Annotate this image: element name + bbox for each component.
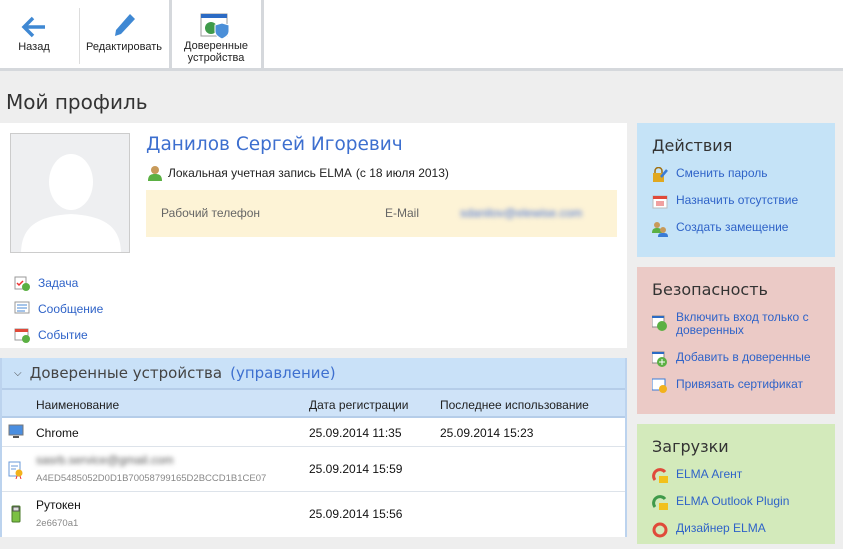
toolbar: Назад Редактировать Доверенные устройства xyxy=(0,0,843,71)
column-name[interactable]: Наименование xyxy=(36,398,119,412)
back-button[interactable]: Назад xyxy=(8,0,60,71)
certificate-icon xyxy=(651,378,668,394)
lock-edit-icon xyxy=(652,166,668,183)
message-icon xyxy=(14,301,30,317)
monitor-icon xyxy=(8,424,24,440)
event-add-icon xyxy=(14,327,30,343)
change-password-link[interactable]: Сменить пароль xyxy=(637,167,835,194)
account-since: (с 18 июля 2013) xyxy=(355,166,449,180)
chevron-down-icon[interactable]: ⌵ xyxy=(14,368,22,379)
trusted-devices-section: ⌵ Доверенные устройства (управление) Наи… xyxy=(0,358,627,537)
elma-agent-link[interactable]: ELMA Агент xyxy=(637,468,835,495)
table-row[interactable]: sasrb.service@gmail.com A4ED5485052D0D1B… xyxy=(2,447,625,492)
create-substitution-link[interactable]: Создать замещение xyxy=(637,221,835,248)
quick-actions: Задача Сообщение Событие xyxy=(14,270,103,348)
arrow-left-icon xyxy=(8,0,60,40)
table-row[interactable]: Chrome 25.09.2014 11:35 25.09.2014 15:23 xyxy=(2,418,625,447)
avatar xyxy=(10,133,130,253)
section-header[interactable]: ⌵ Доверенные устройства (управление) xyxy=(2,358,625,388)
create-event-link[interactable]: Событие xyxy=(14,322,103,348)
edit-label: Редактировать xyxy=(86,41,162,53)
profile-card: Данилов Сергей Игоревич Локальная учетна… xyxy=(0,123,627,348)
trusted-only-login-link[interactable]: Включить вход только с доверенных xyxy=(637,311,835,351)
trusted-devices-button[interactable]: Доверенные устройства xyxy=(172,0,260,71)
account-info: Локальная учетная запись ELMA (с 18 июля… xyxy=(148,165,449,181)
bind-certificate-link[interactable]: Привязать сертификат xyxy=(637,378,835,405)
trusted-add-icon xyxy=(651,351,668,367)
trusted-power-icon xyxy=(651,315,668,331)
designer-icon xyxy=(652,522,668,538)
account-type: Локальная учетная запись ELMA xyxy=(168,166,352,180)
pencil-icon xyxy=(80,0,168,40)
downloads-panel: Загрузки ELMA Агент ELMA Outlook Plugin … xyxy=(637,424,835,544)
security-panel: Безопасность Включить вход только с дове… xyxy=(637,267,835,414)
elma-outlook-plugin-link[interactable]: ELMA Outlook Plugin xyxy=(637,495,835,522)
table-row[interactable]: Рутокен 2e6670a1 25.09.2014 15:56 xyxy=(2,492,625,537)
panel-title: Действия xyxy=(652,136,733,155)
outlook-plugin-icon xyxy=(652,495,668,511)
panel-title: Безопасность xyxy=(652,280,768,299)
actions-panel: Действия Сменить пароль Назначить отсутс… xyxy=(637,123,835,257)
trusted-devices-label: Доверенные устройства xyxy=(184,40,248,64)
set-absence-link[interactable]: Назначить отсутствие xyxy=(637,194,835,221)
certificate-icon xyxy=(8,461,24,480)
email-link[interactable]: sdanilov@elewise.com xyxy=(460,206,582,220)
task-add-icon xyxy=(14,275,30,291)
create-message-link[interactable]: Сообщение xyxy=(14,296,103,322)
panel-title: Загрузки xyxy=(652,437,729,456)
column-last-used[interactable]: Последнее использование xyxy=(440,398,589,412)
email-label: E-Mail xyxy=(385,206,420,220)
divider xyxy=(261,0,264,71)
section-title: Доверенные устройства xyxy=(29,364,223,382)
user-name: Данилов Сергей Игоревич xyxy=(146,134,403,155)
create-task-link[interactable]: Задача xyxy=(14,270,103,296)
calendar-icon xyxy=(652,194,668,210)
usb-token-icon xyxy=(10,505,26,523)
trusted-devices-icon xyxy=(172,0,260,40)
contact-box: Рабочий телефон E-Mail sdanilov@elewise.… xyxy=(146,190,617,237)
table-header: Наименование Дата регистрации Последнее … xyxy=(2,388,625,418)
elma-agent-icon xyxy=(652,468,668,484)
add-to-trusted-link[interactable]: Добавить в доверенные xyxy=(637,351,835,378)
edit-button[interactable]: Редактировать xyxy=(80,0,168,71)
users-swap-icon xyxy=(652,221,668,237)
manage-link[interactable]: (управление) xyxy=(230,364,336,382)
column-registered[interactable]: Дата регистрации xyxy=(309,398,408,412)
work-phone-label: Рабочий телефон xyxy=(161,206,261,220)
back-label: Назад xyxy=(18,41,50,53)
user-icon xyxy=(148,165,164,181)
elma-designer-link[interactable]: Дизайнер ELMA xyxy=(637,522,835,549)
page-title: Мой профиль xyxy=(6,90,148,114)
